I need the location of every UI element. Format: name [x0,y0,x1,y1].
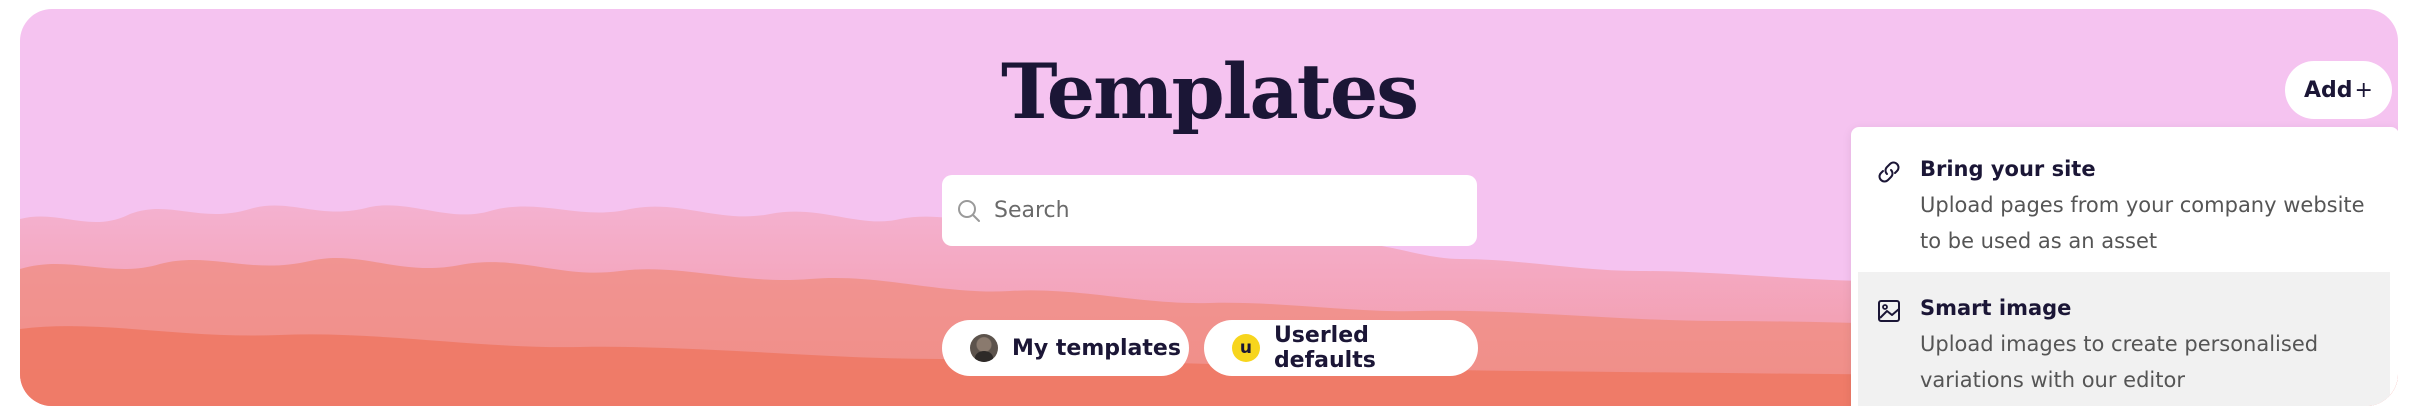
search-icon [958,199,980,222]
plus-icon: + [2354,77,2373,103]
menu-item-bring-your-site[interactable]: Bring your site Upload pages from your c… [1858,133,2390,269]
hero-banner: Templates My templates u Userled default… [20,9,2398,406]
page-title: Templates [1000,47,1419,136]
add-button[interactable]: Add + [2285,61,2392,119]
search-bar[interactable] [942,175,1477,246]
userled-logo-icon: u [1232,334,1260,362]
menu-item-description: Upload pages from your company website t… [1920,193,2365,253]
filter-label: My templates [1012,335,1181,361]
user-avatar [970,334,998,362]
add-button-label: Add [2304,77,2353,103]
filter-userled-defaults[interactable]: u Userled defaults [1204,320,1478,376]
filter-label: Userled defaults [1273,323,1376,373]
menu-item-title: Bring your site [1920,157,2096,181]
menu-item-title: Smart image [1920,296,2072,320]
menu-item-smart-image[interactable]: Smart image Upload images to create pers… [1858,272,2390,406]
filter-my-templates[interactable]: My templates [942,320,1189,376]
search-input[interactable] [992,197,1456,224]
menu-item-description: Upload images to create personalised var… [1920,332,2319,392]
link-icon [1878,161,1900,183]
image-icon [1878,300,1900,322]
add-menu: Bring your site Upload pages from your c… [1851,127,2398,406]
